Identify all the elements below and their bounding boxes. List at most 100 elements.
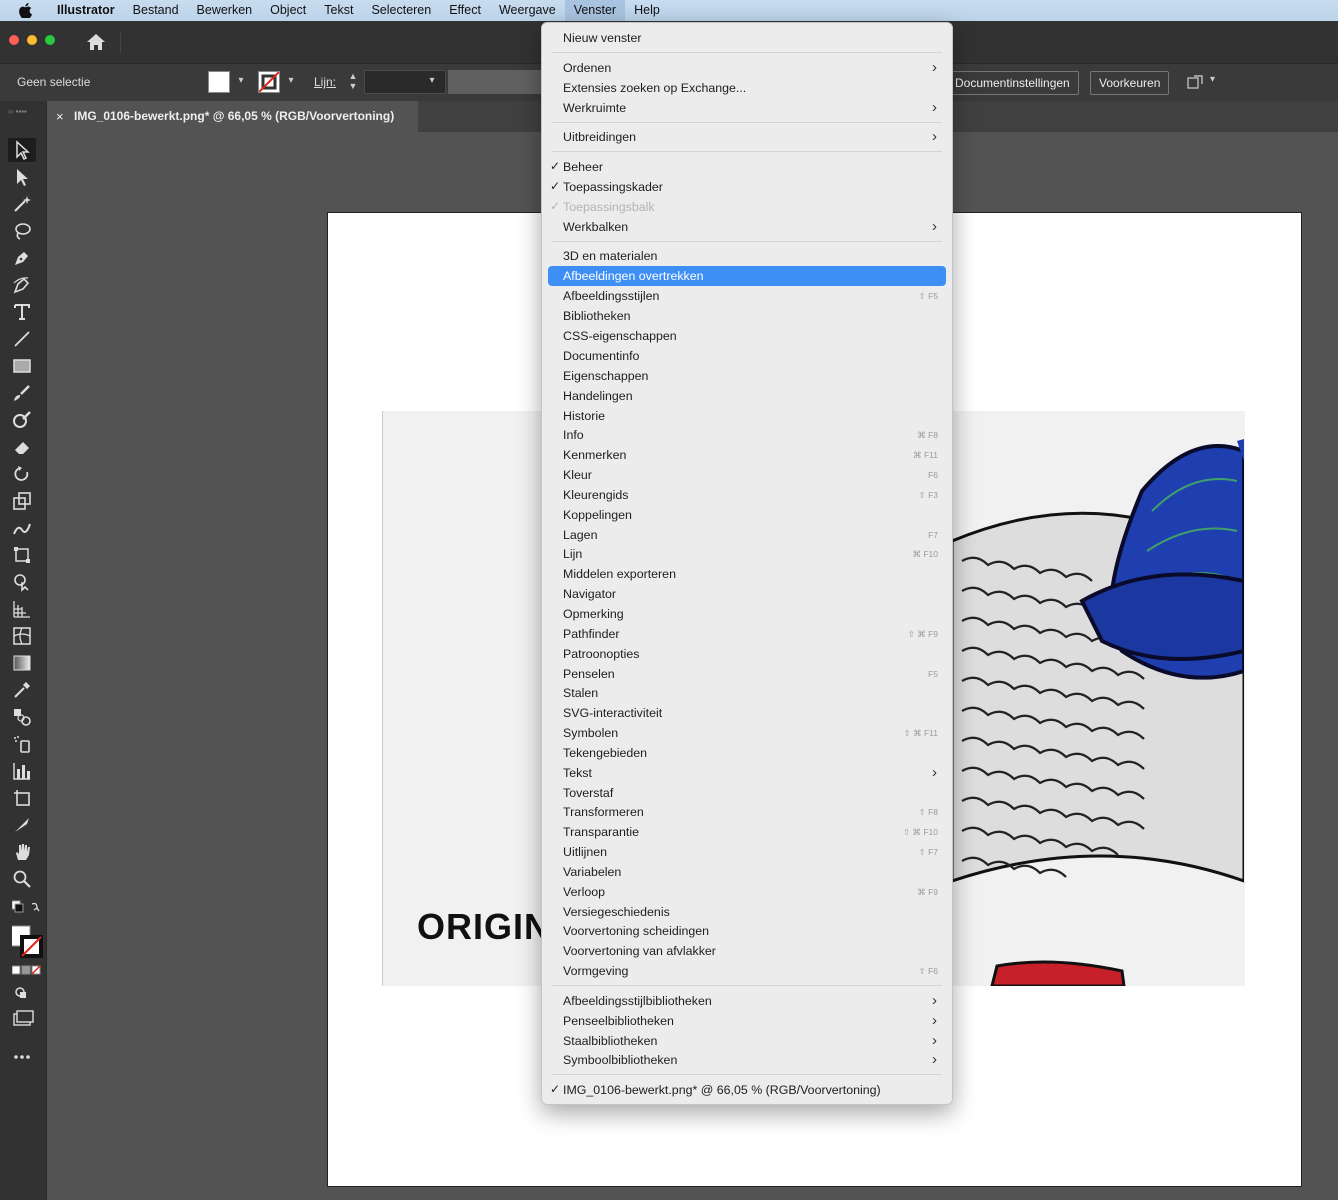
menu-item[interactable]: Bibliotheken bbox=[548, 306, 946, 326]
shaper-tool-icon[interactable] bbox=[8, 408, 36, 432]
menu-item[interactable]: Toverstaf bbox=[548, 783, 946, 803]
mesh-tool-icon[interactable] bbox=[8, 624, 36, 648]
menu-item[interactable]: Lijn ⌘ F10 bbox=[548, 544, 946, 564]
eraser-tool-icon[interactable] bbox=[8, 435, 36, 459]
menu-bestand[interactable]: Bestand bbox=[124, 0, 188, 21]
zoom-tool-icon[interactable] bbox=[8, 867, 36, 891]
rectangle-tool-icon[interactable] bbox=[8, 354, 36, 378]
blend-tool-icon[interactable] bbox=[8, 705, 36, 729]
menu-item[interactable]: Vormgeving ⇧ F6 bbox=[548, 961, 946, 981]
menu-item[interactable]: Voorvertoning scheidingen bbox=[548, 921, 946, 941]
stroke-label[interactable]: Lijn: bbox=[314, 75, 336, 89]
menu-item[interactable]: Info ⌘ F8 bbox=[548, 425, 946, 445]
menu-effect[interactable]: Effect bbox=[440, 0, 490, 21]
menu-item[interactable]: Navigator bbox=[548, 584, 946, 604]
rotate-tool-icon[interactable] bbox=[8, 462, 36, 486]
paintbrush-tool-icon[interactable] bbox=[8, 381, 36, 405]
menu-item[interactable]: Penseelbibliotheken › bbox=[548, 1011, 946, 1031]
menu-tekst[interactable]: Tekst bbox=[315, 0, 362, 21]
menu-help[interactable]: Help bbox=[625, 0, 669, 21]
menu-weergave[interactable]: Weergave bbox=[490, 0, 565, 21]
arrange-documents-icon[interactable] bbox=[1186, 72, 1206, 92]
menu-item[interactable]: ✓ Toepassingskader bbox=[548, 177, 946, 197]
menu-item[interactable]: Voorvertoning van afvlakker bbox=[548, 941, 946, 961]
free-transform-tool-icon[interactable] bbox=[8, 543, 36, 567]
selection-tool-icon[interactable] bbox=[8, 138, 36, 162]
menu-item[interactable]: Werkbalken › bbox=[548, 217, 946, 237]
chevron-down-icon[interactable]: ▾ bbox=[425, 73, 439, 89]
menu-item[interactable]: Kleur F6 bbox=[548, 465, 946, 485]
preferences-button[interactable]: Voorkeuren bbox=[1090, 71, 1170, 95]
minimize-window-button[interactable] bbox=[27, 35, 37, 45]
menu-item[interactable]: Tekengebieden bbox=[548, 743, 946, 763]
curvature-tool-icon[interactable] bbox=[8, 273, 36, 297]
menu-illustrator[interactable]: Illustrator bbox=[48, 0, 124, 21]
perspective-grid-tool-icon[interactable] bbox=[8, 597, 36, 621]
menu-item[interactable]: Uitlijnen ⇧ F7 bbox=[548, 842, 946, 862]
panel-grip-icon[interactable]: ›› ▪▪▪▪ bbox=[8, 107, 27, 116]
menu-item[interactable]: Tekst › bbox=[548, 763, 946, 783]
slice-tool-icon[interactable] bbox=[8, 813, 36, 837]
type-tool-icon[interactable] bbox=[8, 300, 36, 324]
menu-item[interactable]: Documentinfo bbox=[548, 346, 946, 366]
menu-selecteren[interactable]: Selecteren bbox=[362, 0, 440, 21]
menu-item[interactable]: ✓ Beheer bbox=[548, 157, 946, 177]
column-graph-tool-icon[interactable] bbox=[8, 759, 36, 783]
menu-item[interactable]: Ordenen › bbox=[548, 58, 946, 78]
menu-venster[interactable]: Venster bbox=[564, 0, 626, 21]
default-fill-stroke-icon[interactable] bbox=[8, 896, 40, 920]
menu-item[interactable]: Symboolbibliotheken › bbox=[548, 1050, 946, 1070]
menu-item[interactable]: Uitbreidingen › bbox=[548, 127, 946, 147]
fill-swatch[interactable] bbox=[208, 71, 230, 93]
stroke-stepper-icon[interactable]: ▲ ▼ bbox=[346, 71, 360, 93]
menu-item[interactable]: Handelingen bbox=[548, 386, 946, 406]
magic-wand-tool-icon[interactable] bbox=[8, 192, 36, 216]
menu-item[interactable]: CSS-eigenschappen bbox=[548, 326, 946, 346]
fill-stroke-swatches[interactable] bbox=[8, 923, 43, 958]
hand-tool-icon[interactable] bbox=[8, 840, 36, 864]
eyedropper-tool-icon[interactable] bbox=[8, 678, 36, 702]
menu-object[interactable]: Object bbox=[261, 0, 315, 21]
menu-item[interactable]: Kenmerken ⌘ F11 bbox=[548, 445, 946, 465]
shape-builder-tool-icon[interactable] bbox=[8, 570, 36, 594]
direct-selection-tool-icon[interactable] bbox=[8, 165, 36, 189]
chevron-down-icon[interactable]: ▾ bbox=[234, 73, 248, 89]
home-icon[interactable] bbox=[86, 32, 106, 52]
menu-item[interactable]: Stalen bbox=[548, 683, 946, 703]
artboard-tool-icon[interactable] bbox=[8, 786, 36, 810]
variable-width-profile[interactable] bbox=[448, 70, 544, 94]
menu-item[interactable]: Nieuw venster bbox=[548, 28, 946, 48]
menu-item[interactable]: Historie bbox=[548, 406, 946, 426]
menu-item[interactable]: Pathfinder ⇧ ⌘ F9 bbox=[548, 624, 946, 644]
more-tools-icon[interactable] bbox=[8, 1045, 36, 1069]
close-window-button[interactable] bbox=[9, 35, 19, 45]
menu-item[interactable]: Staalbibliotheken › bbox=[548, 1031, 946, 1051]
lasso-tool-icon[interactable] bbox=[8, 219, 36, 243]
pen-tool-icon[interactable] bbox=[8, 246, 36, 270]
menu-item[interactable]: Opmerking bbox=[548, 604, 946, 624]
document-settings-button[interactable]: Documentinstellingen bbox=[946, 71, 1079, 95]
menu-item[interactable]: Koppelingen bbox=[548, 505, 946, 525]
menu-bewerken[interactable]: Bewerken bbox=[188, 0, 262, 21]
menu-item[interactable]: Afbeeldingsstijlbibliotheken › bbox=[548, 991, 946, 1011]
screen-mode-icon[interactable] bbox=[8, 1007, 36, 1031]
scale-tool-icon[interactable] bbox=[8, 489, 36, 513]
close-tab-icon[interactable]: × bbox=[56, 101, 64, 132]
apple-icon[interactable] bbox=[17, 3, 33, 19]
menu-item[interactable]: Kleurengids ⇧ F3 bbox=[548, 485, 946, 505]
gradient-tool-icon[interactable] bbox=[8, 651, 36, 675]
menu-item[interactable]: Lagen F7 bbox=[548, 525, 946, 545]
menu-item[interactable]: Variabelen bbox=[548, 862, 946, 882]
zoom-window-button[interactable] bbox=[45, 35, 55, 45]
menu-item[interactable]: Middelen exporteren bbox=[548, 564, 946, 584]
menu-item[interactable]: Patroonopties bbox=[548, 644, 946, 664]
warp-tool-icon[interactable] bbox=[8, 516, 36, 540]
stroke-swatch[interactable] bbox=[258, 71, 280, 93]
menu-item[interactable]: Werkruimte › bbox=[548, 98, 946, 118]
menu-item[interactable]: SVG-interactiviteit bbox=[548, 703, 946, 723]
menu-item[interactable]: Symbolen ⇧ ⌘ F11 bbox=[548, 723, 946, 743]
document-tab[interactable]: × IMG_0106-bewerkt.png* @ 66,05 % (RGB/V… bbox=[46, 101, 418, 132]
menu-item[interactable]: Transformeren ⇧ F8 bbox=[548, 802, 946, 822]
menu-item[interactable]: Versiegeschiedenis bbox=[548, 902, 946, 922]
line-segment-tool-icon[interactable] bbox=[8, 327, 36, 351]
